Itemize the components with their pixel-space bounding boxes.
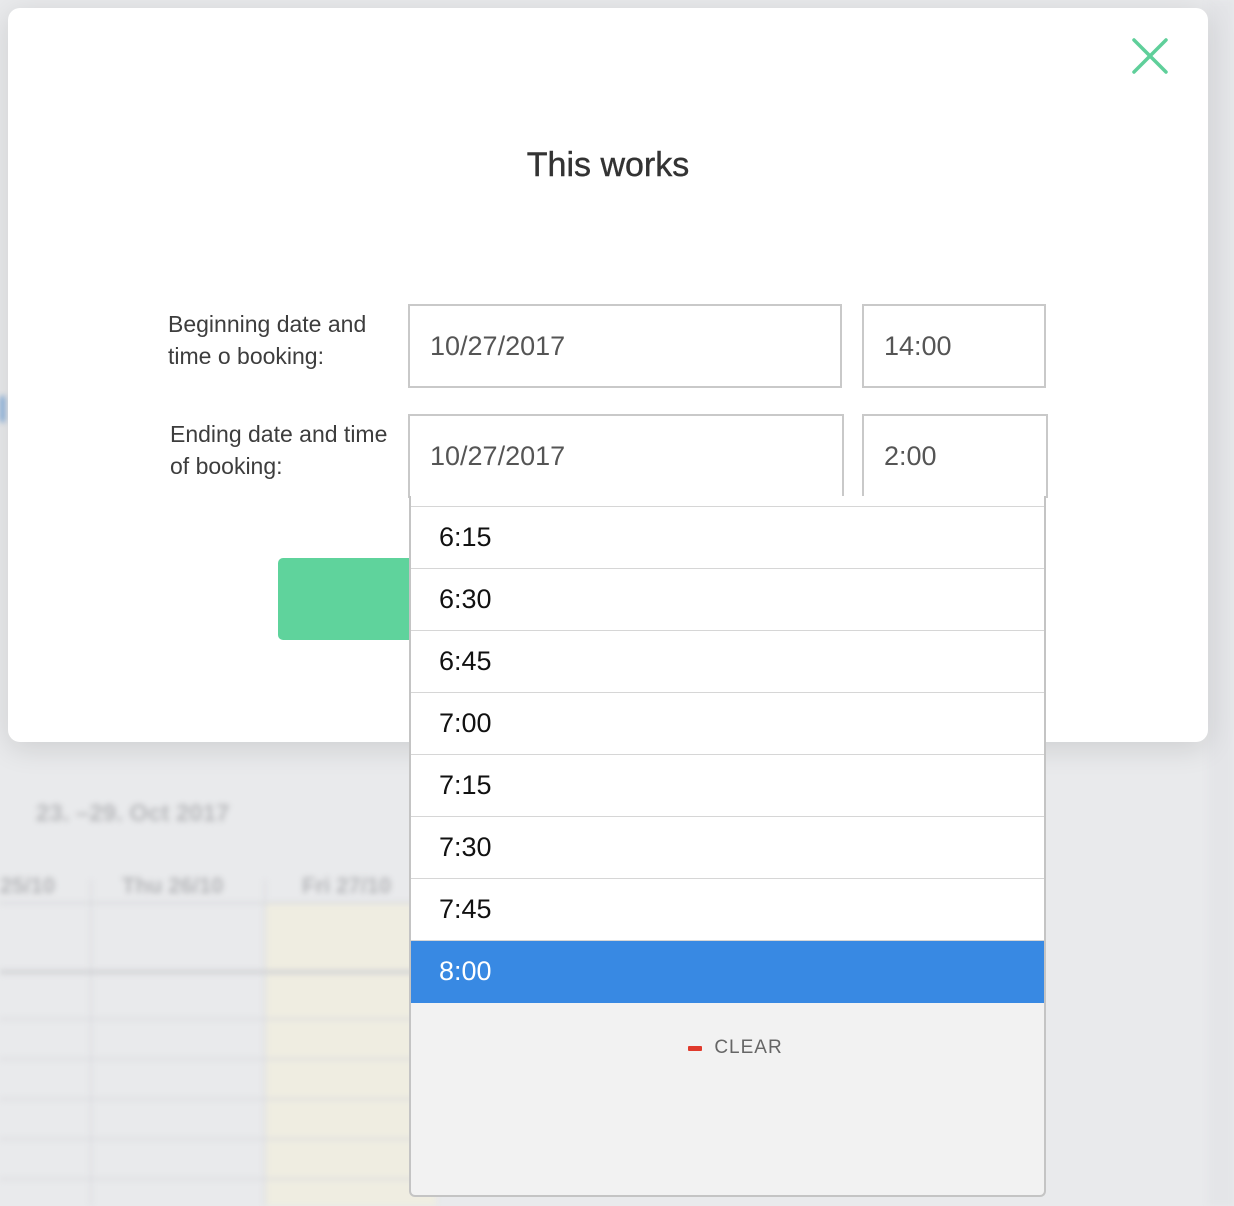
calendar-row-line	[0, 1018, 420, 1020]
day-header-thu: Thu 26/10	[122, 873, 224, 898]
calendar-row-line	[0, 1058, 420, 1060]
time-option[interactable]: 7:45	[411, 879, 1044, 941]
close-button[interactable]	[1130, 36, 1170, 76]
close-x-icon	[1132, 38, 1168, 74]
modal-title: This works	[526, 146, 690, 184]
beginning-label-line1: Beginning date and	[168, 311, 367, 337]
day-header-fri: Fri 27/10	[302, 873, 392, 898]
calendar-row-line	[0, 1098, 420, 1100]
calendar-column-line	[90, 880, 92, 1206]
time-dropdown: 6:15 6:30 6:45 7:00 7:15 7:30 7:45 8:00 …	[409, 496, 1046, 1197]
beginning-date-input[interactable]	[408, 304, 842, 388]
clear-label: CLEAR	[714, 1037, 783, 1058]
calendar-row-line	[0, 1178, 420, 1180]
background-accent-mark	[0, 396, 5, 422]
day-header-wed: 25/10	[0, 873, 56, 898]
ending-label-line2: of booking:	[170, 453, 283, 479]
dropdown-scroll-edge	[411, 496, 1044, 507]
time-options-list[interactable]: 6:15 6:30 6:45 7:00 7:15 7:30 7:45 8:00	[411, 507, 1044, 1003]
time-option[interactable]: 7:30	[411, 817, 1044, 879]
time-option[interactable]: 6:15	[411, 507, 1044, 569]
calendar-row-line	[0, 970, 420, 974]
minus-icon	[688, 1045, 703, 1051]
beginning-label-line2: time o booking:	[168, 343, 324, 369]
beginning-time-input[interactable]	[862, 304, 1046, 388]
calendar-header-line	[0, 902, 420, 904]
background-right-strip	[1208, 0, 1234, 1206]
beginning-label: Beginning date and time o booking:	[168, 308, 366, 372]
week-range-label: 23. –29. Oct 2017	[36, 800, 230, 827]
dropdown-footer: CLEAR	[411, 1003, 1044, 1093]
time-option[interactable]: 7:15	[411, 755, 1044, 817]
time-option[interactable]: 6:45	[411, 631, 1044, 693]
ending-label: Ending date and time of booking:	[170, 418, 387, 482]
clear-button[interactable]: CLEAR	[688, 1037, 782, 1059]
ending-time-input[interactable]	[862, 414, 1048, 498]
time-option[interactable]: 7:00	[411, 693, 1044, 755]
time-option-selected[interactable]: 8:00	[411, 941, 1044, 1003]
ending-label-line1: Ending date and time	[170, 421, 388, 447]
ending-date-input[interactable]	[408, 414, 844, 498]
calendar-row-line	[0, 1138, 420, 1140]
calendar-column-line	[264, 880, 266, 1206]
time-option[interactable]: 6:30	[411, 569, 1044, 631]
